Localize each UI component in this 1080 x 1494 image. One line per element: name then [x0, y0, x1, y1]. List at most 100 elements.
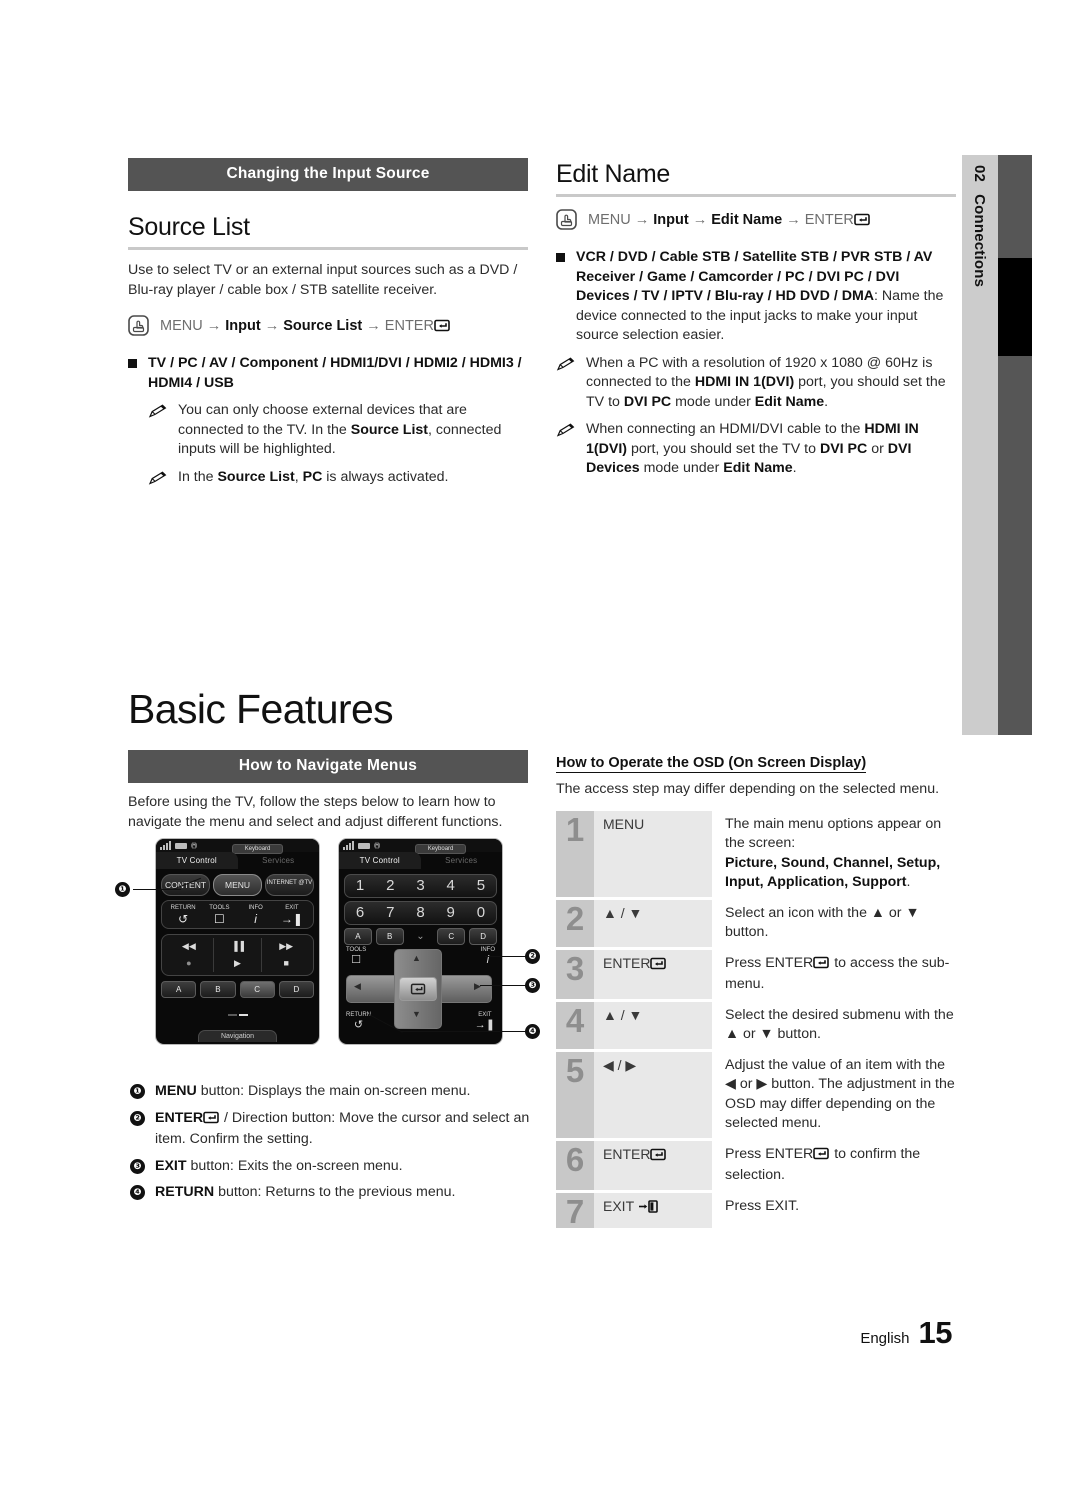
remote-one-tabs: TV Control Services: [156, 852, 319, 869]
remote-illustrations: ((•)) Keyboard TV Control Services CONTE…: [115, 838, 545, 1046]
legend-bold-1: MENU: [155, 1083, 197, 1099]
osd-heading: How to Operate the OSD (On Screen Displa…: [556, 755, 867, 773]
osd-step-button: ENTER: [594, 1140, 712, 1190]
dpad-right-arrow[interactable]: ▶: [474, 981, 481, 992]
osd-step-number: 3: [556, 949, 594, 999]
tools-icon: ☐: [351, 954, 362, 966]
play-button[interactable]: ▶: [212, 955, 262, 972]
osd-desc-pre: Select an icon with the ▲ or ▼ button.: [725, 904, 920, 941]
fast-forward-button[interactable]: ▶▶: [261, 938, 310, 955]
section-band-changing-input-source: Changing the Input Source: [128, 158, 528, 191]
tab-tv-control[interactable]: TV Control: [156, 852, 238, 869]
numeric-keypad-row-1: 1 2 3 4 5: [344, 874, 497, 898]
osd-heading-wrap: How to Operate the OSD (On Screen Displa…: [556, 754, 956, 773]
legend-bold-2: ENTER: [155, 1109, 204, 1126]
remote-one-body: CONTENT MENU INTERNET @TV RETURN ↺ TOOLS ☐…: [156, 869, 319, 1044]
osd-step-row: 5 ◀ / ▶ Adjust the value of an item with t…: [556, 1051, 956, 1138]
osd-desc-pre: Press ENTER: [725, 1145, 814, 1162]
osd-step-description: Press ENTER to confirm the selection.: [712, 1141, 956, 1190]
osd-button-label: MENU: [603, 815, 645, 832]
tools-button[interactable]: TOOLS ☐: [201, 904, 237, 925]
callout-marker-1: ❶: [115, 882, 130, 897]
tab-services[interactable]: Services: [238, 852, 320, 869]
dpad-down-arrow[interactable]: ▼: [412, 1009, 421, 1019]
num-key-8[interactable]: 8: [405, 904, 435, 922]
menu-button[interactable]: MENU: [213, 874, 262, 896]
dpad-enter-button[interactable]: [399, 977, 437, 1001]
num-key-7[interactable]: 7: [375, 904, 405, 922]
osd-desc-pre: Select the desired submenu with the ▲ or…: [725, 1006, 954, 1043]
dot-active[interactable]: [238, 1014, 248, 1016]
color-key-a[interactable]: A: [344, 928, 372, 945]
info-label: INFO: [248, 905, 263, 911]
num-key-1[interactable]: 1: [345, 877, 375, 895]
remote-two-tabs: TV Control Services: [339, 852, 502, 869]
remote-one-footer: Navigation: [161, 1025, 314, 1043]
return-icon: ↺: [178, 912, 189, 926]
return-label: RETURN: [346, 1012, 371, 1018]
color-key-d[interactable]: D: [469, 928, 497, 945]
path-arrow-1: →: [634, 212, 650, 228]
note-text-2: When connecting an HDMI/DVI cable to the…: [586, 421, 919, 476]
dot-inactive[interactable]: [227, 1014, 237, 1016]
callout-marker-4: ❹: [525, 1024, 540, 1039]
dpad-left-arrow[interactable]: ◀: [354, 981, 361, 992]
exit-button[interactable]: EXIT →❚: [475, 1012, 495, 1031]
path-enter: ENTER: [804, 212, 854, 228]
exit-button[interactable]: EXIT →❚: [274, 904, 310, 925]
rewind-button[interactable]: ◀◀: [165, 938, 213, 955]
osd-step-description: The main menu options appear on the scre…: [712, 811, 956, 897]
remote-control-one: ((•)) Keyboard TV Control Services CONTE…: [155, 838, 320, 1045]
legend-bold-3: EXIT: [155, 1157, 187, 1174]
pause-button[interactable]: ▐▐: [212, 938, 262, 955]
return-button[interactable]: RETURN ↺: [165, 904, 201, 925]
num-key-4[interactable]: 4: [436, 877, 466, 895]
osd-step-row: 7 EXIT Press EXIT.: [556, 1192, 956, 1228]
osd-step-button: ▲ / ▼: [594, 899, 712, 947]
source-list-bullet-text: TV / PC / AV / Component / HDMI1/DVI / H…: [148, 355, 522, 391]
page-dots: [161, 1003, 314, 1021]
osd-step-row: 2 ▲ / ▼ Select an icon with the ▲ or ▼ but…: [556, 899, 956, 947]
left-column-bottom: How to Navigate Menus Before using the T…: [128, 750, 528, 832]
return-button[interactable]: RETURN ↺: [346, 1012, 371, 1031]
osd-step-description: Select the desired submenu with the ▲ or…: [712, 1002, 956, 1049]
color-key-c[interactable]: C: [437, 928, 466, 945]
color-key-c[interactable]: C: [239, 981, 275, 998]
tools-label: TOOLS: [209, 905, 230, 911]
osd-button-label: ◀ / ▶: [603, 1056, 637, 1073]
tools-button[interactable]: TOOLS ☐: [346, 947, 366, 966]
chevron-down-icon[interactable]: ⌄: [408, 931, 434, 941]
color-key-a[interactable]: A: [161, 981, 197, 998]
num-key-0[interactable]: 0: [466, 904, 496, 922]
num-key-2[interactable]: 2: [375, 877, 405, 895]
return-icon: ↺: [353, 1019, 364, 1031]
info-button[interactable]: INFO i: [238, 904, 274, 925]
num-key-6[interactable]: 6: [345, 904, 375, 922]
stop-button[interactable]: ■: [261, 955, 310, 972]
dpad-up-arrow[interactable]: ▲: [412, 953, 421, 963]
content-button[interactable]: CONTENT: [161, 874, 210, 896]
color-key-d[interactable]: D: [278, 981, 314, 998]
color-key-b[interactable]: B: [200, 981, 236, 998]
osd-step-row: 1 MENU The main menu options appear on the…: [556, 810, 956, 897]
enter-glyph-icon: [434, 318, 451, 338]
internet-tv-button[interactable]: INTERNET @TV: [265, 874, 314, 896]
exit-icon: →❚: [474, 1019, 495, 1031]
num-key-9[interactable]: 9: [436, 904, 466, 922]
path-arrow-3: →: [786, 212, 801, 228]
navigation-tab[interactable]: Navigation: [197, 1030, 278, 1042]
tab-tv-control[interactable]: TV Control: [339, 852, 421, 869]
path-input: Input: [653, 212, 689, 228]
signal-icon: [160, 841, 171, 850]
remote-button-legend: ❶ MENU button: Displays the main on-scre…: [130, 1082, 530, 1210]
color-key-b[interactable]: B: [375, 928, 404, 945]
square-bullet-icon: [128, 359, 137, 368]
tab-services[interactable]: Services: [421, 852, 503, 869]
osd-step-number: 6: [556, 1140, 594, 1190]
numeric-keypad-row-2: 6 7 8 9 0: [344, 901, 497, 925]
num-key-3[interactable]: 3: [405, 877, 435, 895]
record-button[interactable]: ●: [165, 955, 213, 972]
wifi-icon: ((•)): [374, 842, 380, 849]
num-key-5[interactable]: 5: [466, 877, 496, 895]
legend-text-4: RETURN button: Returns to the previous m…: [155, 1183, 455, 1203]
